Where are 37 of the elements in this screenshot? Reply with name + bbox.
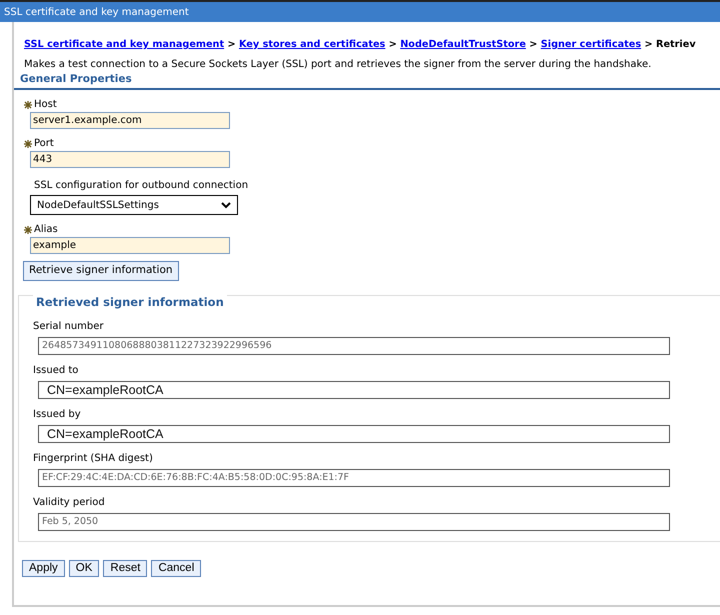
dropdown[interactable]: NodeDefaultSSLSettings [30,195,238,216]
description-text: Makes a test connection to a Secure Sockets Layer (SSL) port and retrieves the signer from the server during the handshake. [23,58,652,72]
field-label: Issued to [33,364,80,378]
panel-legend: Retrieved signer information [33,294,227,312]
readonly-field: EF:CF:29:4C:4E:DA:CD:6E:76:8B:FC:4A:B5:58:0D:0C:95:8A:E1:7F [38,469,670,488]
field-label: Port [34,137,54,152]
section-title: General Properties [14,72,720,90]
input-field[interactable]: example [30,237,230,254]
breadcrumb-separator: > [644,39,653,50]
field-label: Host [34,98,57,112]
input-field[interactable]: server1.example.com [30,112,230,130]
breadcrumb-link[interactable]: SSL certificate and key management [24,39,224,50]
readonly-field: Feb 5, 2050 [38,513,670,532]
field-label: Serial number [33,320,105,334]
field-label: Issued by [33,408,82,422]
input-field[interactable]: 443 [30,151,230,168]
breadcrumb-link[interactable]: Signer certificates [540,39,642,50]
readonly-field: 26485734911080688803811227323922996596 [38,337,670,356]
form-button[interactable]: Apply [22,560,65,578]
field-label: Alias [34,223,58,238]
breadcrumb-current: Retriev [656,39,696,50]
field-label: SSL configuration for outbound connection [34,179,248,194]
field-label: Validity period [33,496,106,510]
readonly-field: CN=exampleRootCA [38,425,670,444]
breadcrumb-separator: > [529,39,538,50]
breadcrumb-separator: > [388,39,397,50]
breadcrumb-separator: > [227,39,236,50]
window-title: SSL certificate and key management [0,0,720,22]
breadcrumb-link[interactable]: NodeDefaultTrustStore [400,39,526,50]
field-label: Fingerprint (SHA digest) [33,452,154,466]
chevron-icon [221,202,231,209]
readonly-field: CN=exampleRootCA [38,381,670,400]
form-button[interactable]: OK [68,560,100,578]
retrieve-signer-button[interactable]: Retrieve signer information [23,261,179,282]
form-button[interactable]: Cancel [151,560,202,578]
breadcrumb-link[interactable]: Key stores and certificates [238,39,386,50]
form-button[interactable]: Reset [103,560,148,578]
